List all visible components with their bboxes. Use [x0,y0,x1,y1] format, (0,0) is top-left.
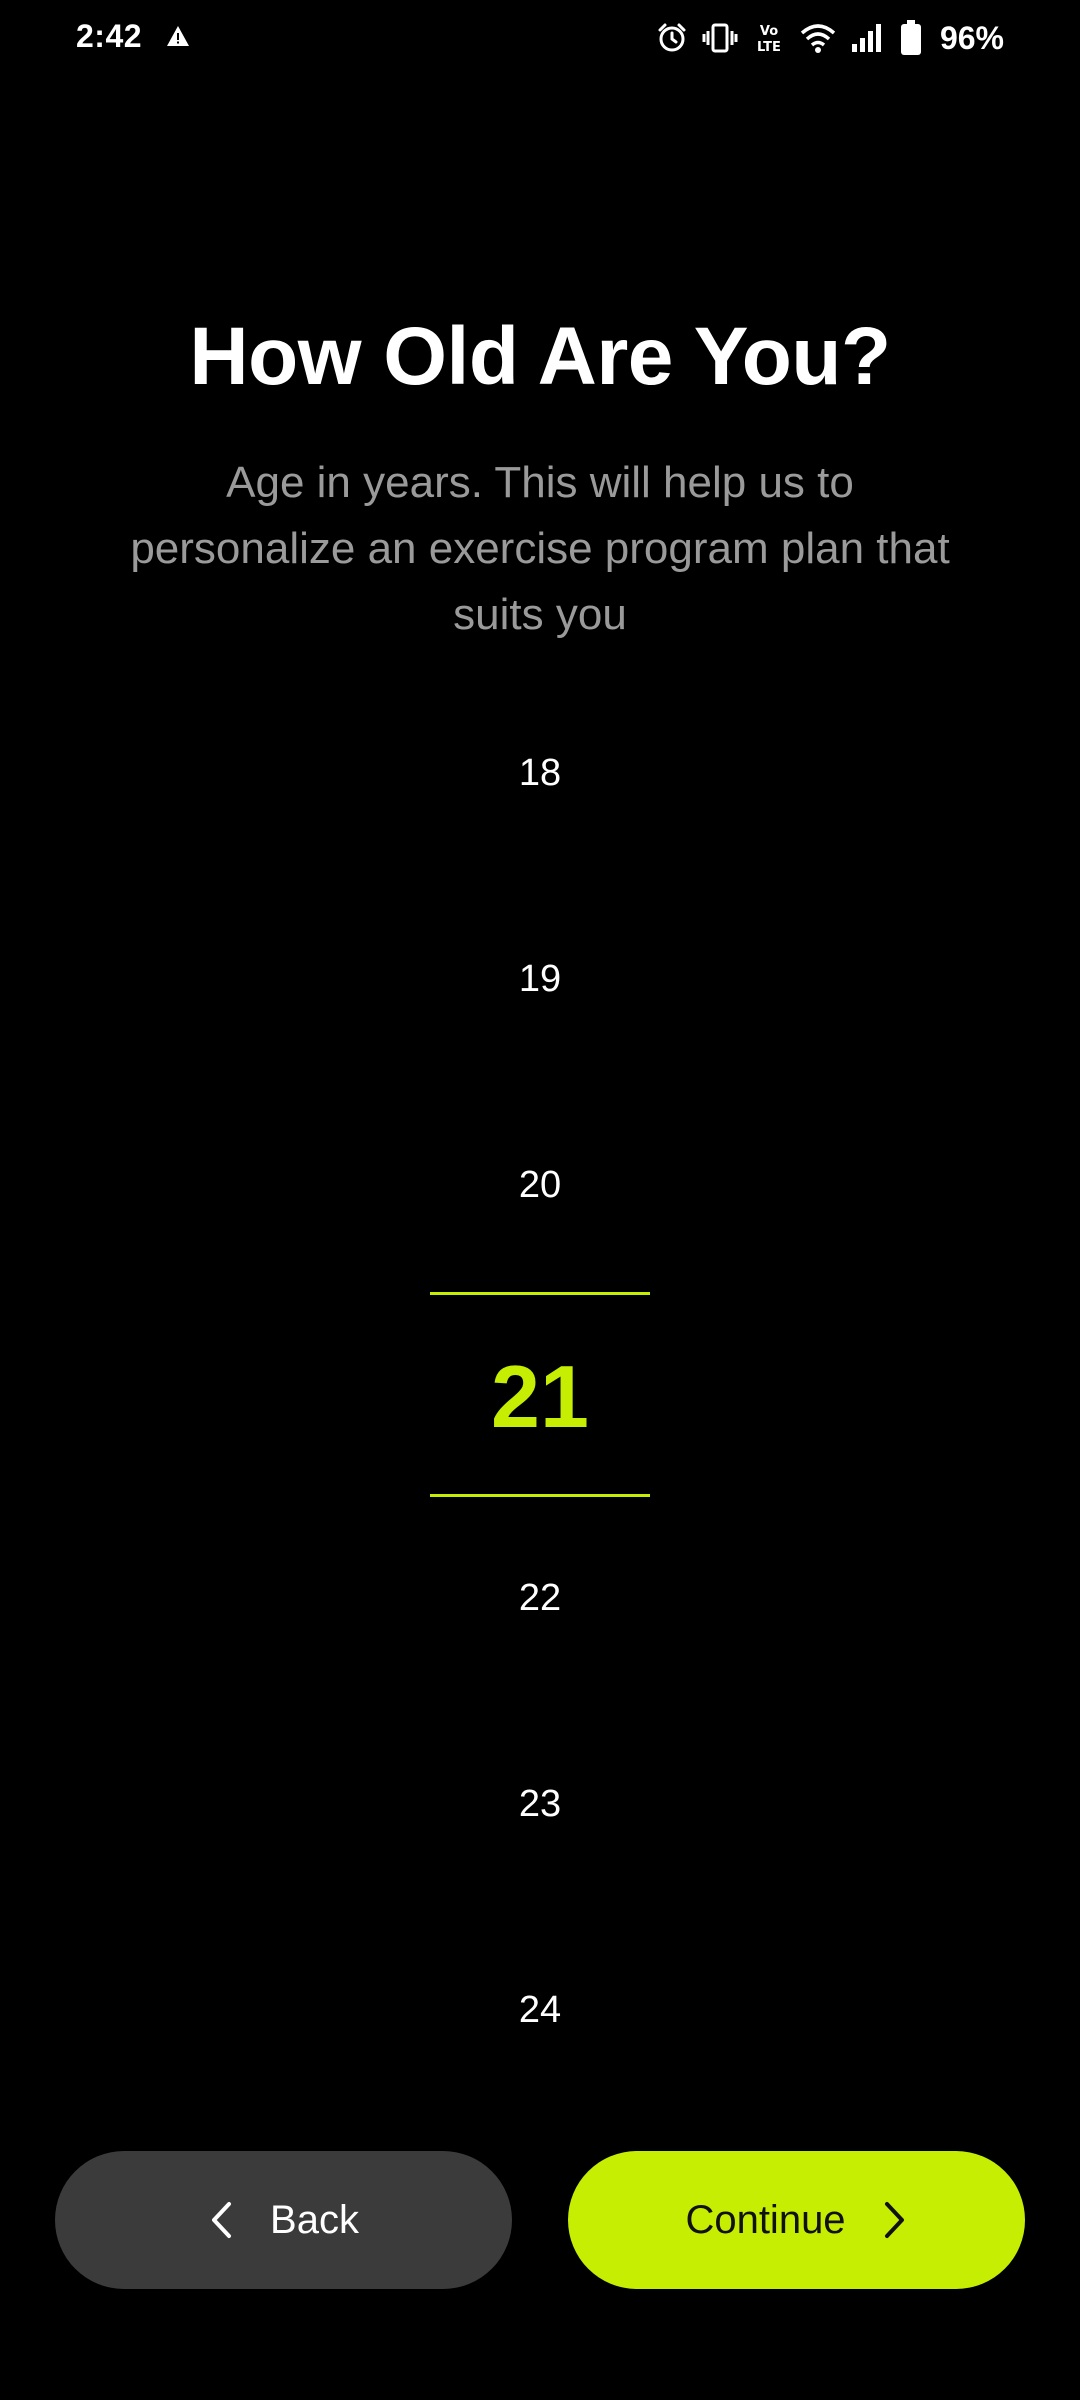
picker-item-23[interactable]: 23 [0,1783,1080,1826]
svg-text:Vo: Vo [760,24,778,39]
continue-button-label: Continue [685,2197,846,2242]
picker-item-24[interactable]: 24 [0,1989,1080,2032]
warning-icon [167,26,189,46]
back-button-label: Back [270,2197,359,2242]
svg-text:LTE: LTE [757,40,781,55]
wifi-icon [800,24,836,53]
chevron-right-icon [884,2202,904,2238]
vibrate-icon [702,23,738,53]
alarm-icon [658,23,686,52]
status-bar: 2:42 Vo LTE 96% [0,0,1080,80]
page-subtitle: Age in years. This will help us to perso… [130,458,950,639]
battery-percentage: 96% [939,19,1004,56]
age-picker[interactable]: 18 19 20 21 22 23 24 [0,700,1080,2100]
picker-item-19[interactable]: 19 [0,958,1080,1001]
selection-line-bottom [430,1494,650,1497]
back-button[interactable]: Back [55,2151,512,2289]
picker-item-20[interactable]: 20 [0,1164,1080,1207]
selection-line-top [430,1292,650,1295]
signal-icon [851,24,881,52]
volte-icon: Vo LTE [757,24,781,55]
status-icons: Vo LTE 96% [656,14,1004,62]
picker-item-22[interactable]: 22 [0,1577,1080,1620]
picker-item-18[interactable]: 18 [0,752,1080,795]
continue-button[interactable]: Continue [568,2151,1025,2289]
battery-icon [900,20,921,55]
chevron-left-icon [212,2202,232,2238]
status-time: 2:42 [76,18,143,54]
picker-item-selected[interactable]: 21 [0,1346,1080,1448]
page-title: How Old Are You? [189,311,891,402]
